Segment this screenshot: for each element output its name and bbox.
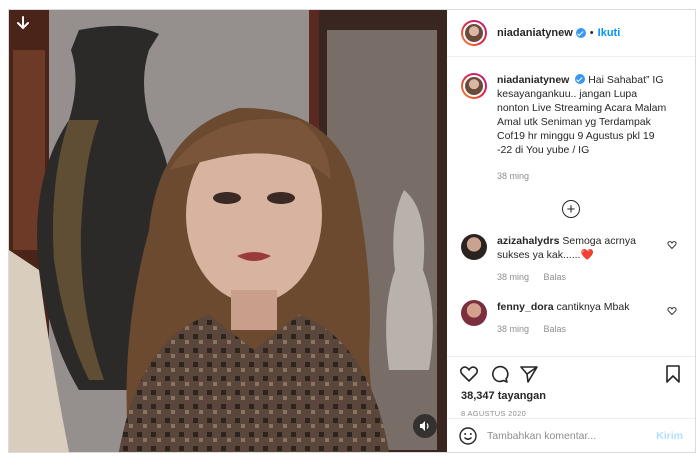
post-header: niadaniatynew • Ikuti [447, 10, 695, 57]
comment-icon[interactable] [489, 364, 509, 384]
verified-icon [575, 74, 586, 84]
commenter-avatar[interactable] [461, 234, 487, 260]
comment-item: azizahalydrs Semoga acrnya sukses ya kak… [461, 234, 681, 284]
comment-input[interactable] [487, 429, 647, 442]
post-comment-button[interactable]: Kirim [656, 430, 683, 442]
comment-text: cantiknya Mbak [556, 301, 630, 313]
verified-icon [575, 28, 586, 38]
follow-button[interactable]: Ikuti [598, 27, 621, 39]
caption: niadaniatynew Hai Sahabat” IG kesayangan… [461, 73, 681, 183]
separator-dot: • [589, 27, 594, 39]
commenter-avatar[interactable] [461, 300, 487, 326]
author-avatar[interactable] [461, 20, 487, 46]
comment-time[interactable]: 38 ming [497, 324, 529, 334]
post-side-panel: niadaniatynew • Ikuti niadaniatynew Hai … [447, 10, 695, 452]
heart-icon[interactable] [459, 364, 479, 384]
reply-button[interactable]: Balas [544, 272, 567, 282]
caption-time[interactable]: 38 ming [497, 169, 672, 183]
sound-icon[interactable] [413, 414, 437, 438]
comment-time[interactable]: 38 ming [497, 272, 529, 282]
post-date[interactable]: 8 AGUSTUS 2020 [447, 409, 695, 418]
comment-meta: 38 ming Balas [497, 322, 665, 336]
comment-item: fenny_dora cantiknya Mbak 38 ming Balas [461, 300, 681, 336]
share-icon[interactable] [519, 364, 539, 384]
action-bar [447, 356, 695, 390]
post-modal: niadaniatynew • Ikuti niadaniatynew Hai … [8, 9, 696, 453]
caption-avatar[interactable] [461, 73, 487, 99]
download-icon[interactable] [13, 14, 33, 34]
heart-emoji: ❤️ [580, 249, 594, 261]
comment-body: azizahalydrs Semoga acrnya sukses ya kak… [497, 234, 665, 284]
comment-meta: 38 ming Balas [497, 270, 665, 284]
comment-username[interactable]: fenny_dora [497, 301, 554, 313]
save-icon[interactable] [663, 364, 683, 384]
comment-composer: Kirim [447, 418, 695, 452]
caption-text: Hai Sahabat” IG kesayangankuu.. jangan L… [497, 74, 667, 156]
caption-body: niadaniatynew Hai Sahabat” IG kesayangan… [497, 73, 672, 183]
author-username[interactable]: niadaniatynew [497, 27, 573, 39]
load-more-icon[interactable]: + [562, 200, 580, 218]
caption-username[interactable]: niadaniatynew [497, 74, 569, 86]
video-player[interactable] [9, 10, 447, 452]
heart-icon[interactable] [667, 240, 677, 250]
reply-button[interactable]: Balas [544, 324, 567, 334]
comment-username[interactable]: azizahalydrs [497, 235, 559, 247]
heart-icon[interactable] [667, 306, 677, 316]
comment-body: fenny_dora cantiknya Mbak 38 ming Balas [497, 300, 665, 336]
emoji-icon[interactable] [459, 426, 477, 445]
video-frame-image [9, 10, 447, 452]
view-count[interactable]: 38,347 tayangan [447, 390, 695, 402]
comments-list[interactable]: niadaniatynew Hai Sahabat” IG kesayangan… [447, 57, 695, 356]
